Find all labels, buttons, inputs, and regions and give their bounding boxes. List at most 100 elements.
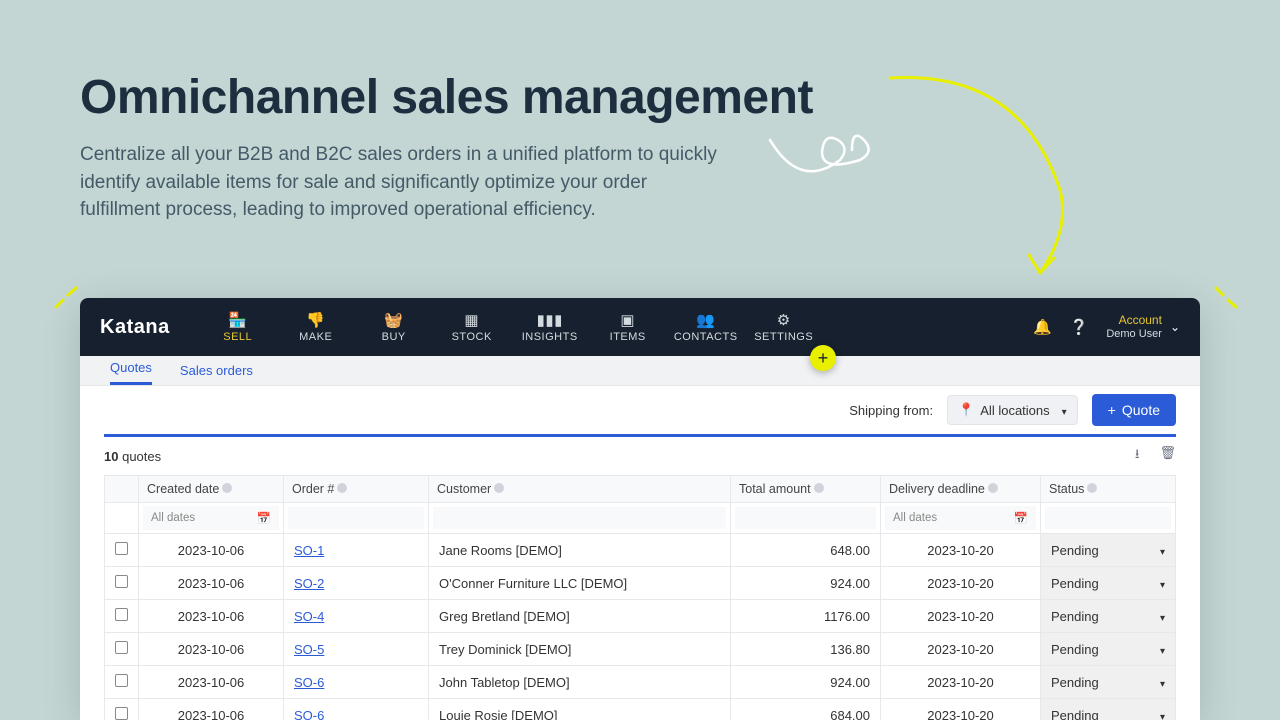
calendar-icon: 📅 [1014, 511, 1028, 525]
pin-icon: 📍 [958, 402, 974, 418]
filter-deadline[interactable]: All dates📅 [885, 506, 1036, 530]
tab-quotes[interactable]: Quotes [110, 353, 152, 385]
order-link[interactable]: SO-6 [294, 708, 324, 720]
row-checkbox[interactable] [115, 707, 128, 720]
nav-settings[interactable]: ⚙SETTINGS [746, 298, 822, 356]
nav-contacts[interactable]: 👥CONTACTS [668, 298, 744, 356]
table-row: 2023-10-06SO-2O'Conner Furniture LLC [DE… [105, 567, 1176, 600]
storefront-icon: 🏪 [228, 311, 247, 329]
tab-sales-orders[interactable]: Sales orders [180, 356, 253, 385]
cell-customer: Louie Rosie [DEMO] [429, 699, 731, 720]
order-link[interactable]: SO-2 [294, 576, 324, 591]
filter-status[interactable] [1045, 507, 1171, 529]
info-icon [988, 483, 998, 493]
order-link[interactable]: SO-6 [294, 675, 324, 690]
cell-deadline: 2023-10-20 [881, 534, 1041, 567]
bell-icon[interactable]: 🔔 [1033, 318, 1052, 336]
cell-customer: Jane Rooms [DEMO] [429, 534, 731, 567]
chevron-down-icon [1154, 576, 1165, 591]
order-link[interactable]: SO-4 [294, 609, 324, 624]
table-row: 2023-10-06 SO-6 Louie Rosie [DEMO]684.0020… [105, 699, 1176, 720]
count-row: 10 quotes ⭳ 🗑 [80, 437, 1200, 475]
cell-total: 924.00 [731, 567, 881, 600]
filter-order[interactable] [288, 507, 424, 529]
chevron-down-icon [1154, 708, 1165, 720]
cell-customer: Trey Dominick [DEMO] [429, 633, 731, 666]
gear-icon: ⚙ [777, 311, 791, 329]
hero-title: Omnichannel sales management [80, 70, 1200, 125]
status-dropdown[interactable]: Pending [1041, 634, 1175, 665]
order-link[interactable]: SO-1 [294, 543, 324, 558]
table-row: 2023-10-06SO-1Jane Rooms [DEMO]648.00202… [105, 534, 1176, 567]
filter-customer[interactable] [433, 507, 726, 529]
col-customer[interactable]: Customer [437, 482, 491, 496]
cell-deadline: 2023-10-20 [881, 699, 1041, 720]
filter-created-date[interactable]: All dates📅 [143, 506, 279, 530]
cell-customer: O'Conner Furniture LLC [DEMO] [429, 567, 731, 600]
accent-dashes-right [1212, 285, 1240, 313]
filter-total[interactable] [735, 507, 876, 529]
nav-items[interactable]: ▣ITEMS [590, 298, 666, 356]
row-checkbox[interactable] [115, 608, 128, 621]
table-row: 2023-10-06SO-6John Tabletop [DEMO]924.00… [105, 666, 1176, 699]
location-select[interactable]: 📍 All locations [947, 395, 1078, 425]
info-icon [814, 483, 824, 493]
toolbar: Shipping from: 📍 All locations + Quote [80, 386, 1200, 434]
cell-total: 136.80 [731, 633, 881, 666]
chevron-down-icon [1154, 543, 1165, 558]
cell-total: 684.00 [731, 699, 881, 720]
download-icon[interactable]: ⭳ [1135, 445, 1140, 467]
account-user: Demo User [1106, 328, 1162, 341]
col-order[interactable]: Order # [292, 482, 334, 496]
help-icon[interactable]: ❔ [1070, 318, 1089, 336]
row-checkbox[interactable] [115, 542, 128, 555]
nav-make[interactable]: 👎MAKE [278, 298, 354, 356]
cell-total: 924.00 [731, 666, 881, 699]
row-checkbox[interactable] [115, 674, 128, 687]
info-icon [494, 483, 504, 493]
add-fab-button[interactable]: + [810, 345, 836, 371]
logo: Katana [100, 316, 170, 339]
chart-icon: ▮▮▮ [537, 311, 563, 329]
plus-icon: + [1108, 402, 1116, 418]
quote-button-label: Quote [1122, 402, 1160, 418]
col-status[interactable]: Status [1049, 482, 1084, 496]
status-dropdown[interactable]: Pending [1041, 601, 1175, 632]
col-created[interactable]: Created date [147, 482, 219, 496]
cell-customer: Greg Bretland [DEMO] [429, 600, 731, 633]
nav-buy[interactable]: 🧺BUY [356, 298, 432, 356]
status-dropdown[interactable]: Pending [1041, 667, 1175, 698]
trash-icon[interactable]: 🗑 [1159, 445, 1176, 467]
chevron-down-icon [1154, 642, 1165, 657]
info-icon [1087, 483, 1097, 493]
cell-created: 2023-10-06 [139, 534, 284, 567]
status-dropdown[interactable]: Pending [1041, 535, 1175, 566]
cell-created: 2023-10-06 [139, 699, 284, 720]
quote-button[interactable]: + Quote [1092, 394, 1176, 426]
chevron-down-icon: ⌄ [1170, 320, 1180, 334]
row-checkbox[interactable] [115, 575, 128, 588]
hero-section: Omnichannel sales management Centralize … [0, 0, 1280, 254]
account-menu[interactable]: Account Demo User ⌄ [1106, 313, 1180, 341]
accent-dashes-left [52, 285, 80, 313]
cell-deadline: 2023-10-20 [881, 666, 1041, 699]
thumbs-down-icon: 👎 [306, 311, 325, 329]
nav-insights[interactable]: ▮▮▮INSIGHTS [512, 298, 588, 356]
nav-sell[interactable]: 🏪SELL [200, 298, 276, 356]
cell-deadline: 2023-10-20 [881, 633, 1041, 666]
row-checkbox[interactable] [115, 641, 128, 654]
count-text: 10 quotes [104, 449, 161, 464]
status-dropdown[interactable]: Pending [1041, 568, 1175, 599]
chevron-down-icon [1154, 609, 1165, 624]
order-link[interactable]: SO-5 [294, 642, 324, 657]
topbar: Katana 🏪SELL 👎MAKE 🧺BUY ▦STOCK ▮▮▮INSIGH… [80, 298, 1200, 356]
table-row: 2023-10-06SO-5Trey Dominick [DEMO]136.80… [105, 633, 1176, 666]
status-dropdown[interactable]: Pending [1041, 700, 1175, 720]
cell-created: 2023-10-06 [139, 600, 284, 633]
nav-stock[interactable]: ▦STOCK [434, 298, 510, 356]
col-deadline[interactable]: Delivery deadline [889, 482, 985, 496]
cell-created: 2023-10-06 [139, 666, 284, 699]
col-total[interactable]: Total amount [739, 482, 811, 496]
cell-total: 1176.00 [731, 600, 881, 633]
table-row: 2023-10-06 SO-4 Greg Bretland [DEMO]1176.0… [105, 600, 1176, 633]
